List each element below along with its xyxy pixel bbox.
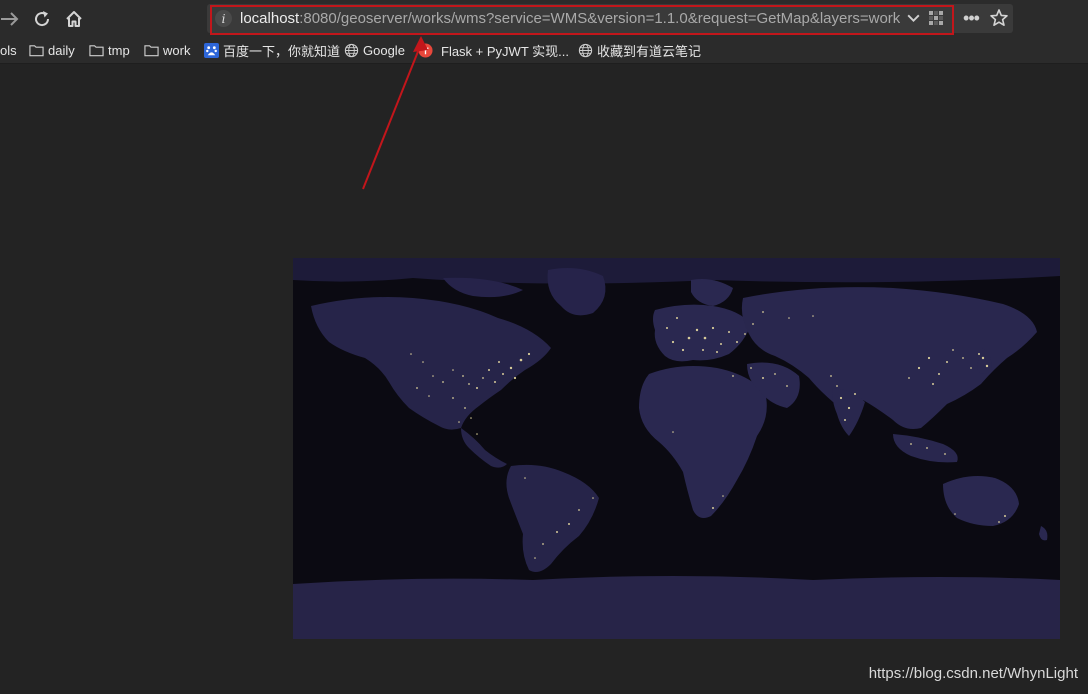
globe-icon [578,43,593,57]
globe-icon [344,43,359,57]
browser-toolbar: i localhost:8080/geoserver/works/wms?ser… [0,0,1088,37]
bookmarks-bar: ols daily tmp work 百度一下，你就知道 Google Flas… [0,37,1088,64]
info-icon[interactable]: i [215,10,232,27]
bookmark-label: ols [0,42,17,58]
bookmark-tools[interactable]: ols [0,41,17,59]
more-menu-button[interactable]: ••• [959,8,983,28]
folder-icon [29,44,44,56]
bookmark-work[interactable]: work [144,41,190,59]
bookmark-label: work [163,42,191,58]
bookmark-label: 百度一下，你就知道 [223,43,341,59]
browser-window: i localhost:8080/geoserver/works/wms?ser… [0,0,1088,694]
reload-icon [35,11,50,27]
url-text[interactable]: localhost:8080/geoserver/works/wms?servi… [240,10,900,27]
bookmark-daily[interactable]: daily [29,41,75,59]
reload-button[interactable] [31,8,53,30]
baidu-icon [204,42,219,58]
bookmark-youdao-note[interactable]: 收藏到有道云笔记 [578,41,701,59]
bookmark-label: tmp [108,42,130,58]
bookmark-label: daily [48,42,75,58]
back-button[interactable] [0,8,20,30]
url-host: localhost [240,10,300,27]
chevron-down-icon[interactable] [905,10,922,27]
bookmark-label: Google [363,42,405,58]
bookmark-label: Flask + PyJWT 实现... [441,43,569,59]
bookmark-baidu[interactable]: 百度一下，你就知道 [204,41,340,59]
address-bar[interactable]: i localhost:8080/geoserver/works/wms?ser… [207,4,1013,33]
wms-map-image[interactable] [293,258,1060,639]
bookmark-google[interactable]: Google [344,41,405,59]
bookmark-flask-pyjwt[interactable]: Flask + PyJWT 实现... [418,41,569,59]
home-icon [66,11,82,27]
home-button[interactable] [63,8,85,30]
folder-icon [144,44,159,56]
bookmark-tmp[interactable]: tmp [89,41,130,59]
url-path: :8080/geoserver/works/wms?service=WMS&ve… [299,10,900,27]
qr-code-icon[interactable] [929,11,943,25]
bookmark-label: 收藏到有道云笔记 [597,43,702,59]
star-icon[interactable] [988,8,1010,28]
red-badge-icon [418,42,433,58]
watermark-text: https://blog.csdn.net/WhynLight [868,665,1078,682]
folder-icon [89,44,104,56]
back-arrow-icon [1,12,19,26]
